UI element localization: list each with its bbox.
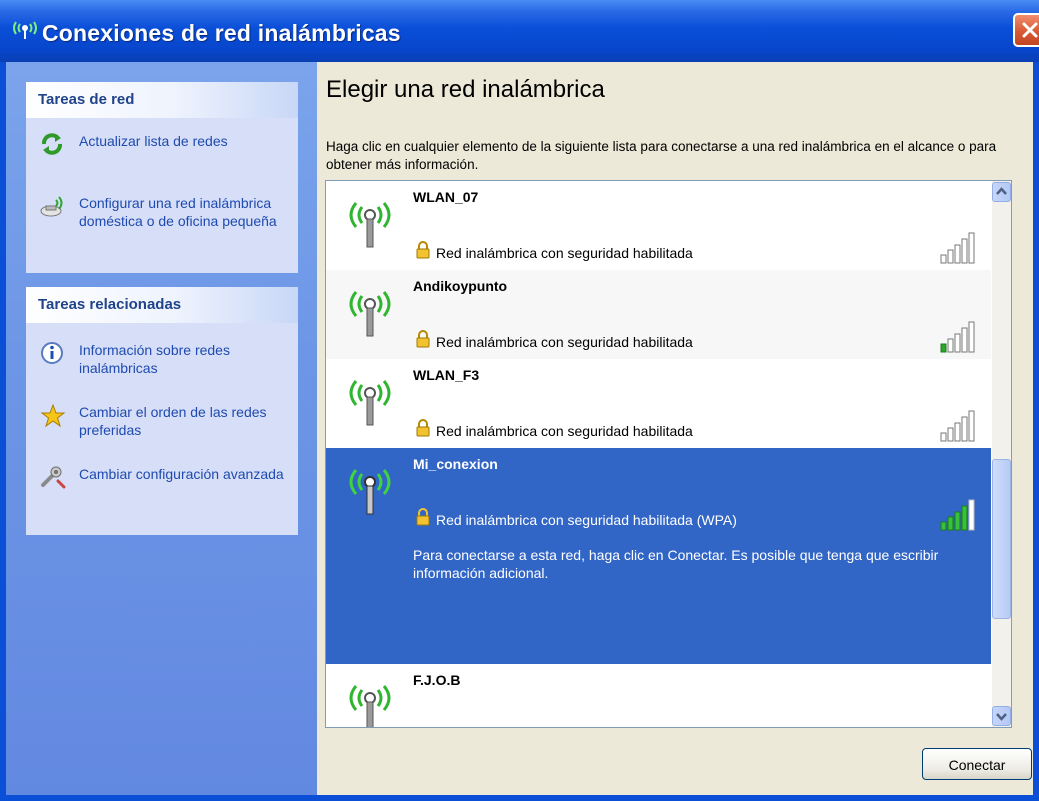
close-icon — [1022, 22, 1038, 38]
task-label: Información sobre redes inalámbricas — [79, 342, 230, 376]
network-list[interactable]: WLAN_07 Red inalámbrica con seguridad ha… — [325, 180, 1012, 728]
network-status: Red inalámbrica con seguridad habilitada — [436, 245, 693, 261]
task-refresh-network-list[interactable]: Actualizar lista de redes — [26, 118, 298, 178]
wireless-antenna-icon — [344, 284, 396, 345]
network-tasks-box: Tareas de red Actualizar lista de redes — [26, 82, 298, 273]
signal-strength-icon — [940, 714, 976, 727]
related-tasks-box: Tareas relacionadas Información sobre re… — [26, 287, 298, 535]
wireless-antenna-icon — [344, 195, 396, 256]
network-status: Red inalámbrica con seguridad habilitada — [436, 334, 693, 350]
task-label: Cambiar configuración avanzada — [79, 466, 284, 482]
task-change-preferred-order[interactable]: Cambiar el orden de las redes preferidas — [26, 397, 298, 447]
network-name: WLAN_07 — [413, 189, 479, 205]
window-client: Tareas de red Actualizar lista de redes — [6, 62, 1033, 795]
network-status: Red inalámbrica con seguridad habilitada… — [436, 512, 737, 528]
network-item[interactable]: WLAN_07 Red inalámbrica con seguridad ha… — [326, 181, 991, 270]
signal-strength-icon — [940, 498, 976, 537]
signal-strength-icon — [940, 320, 976, 359]
signal-strength-icon — [940, 409, 976, 448]
instructions-text: Haga clic en cualquier elemento de la si… — [326, 139, 997, 172]
wireless-antenna-icon — [344, 678, 396, 727]
scroll-up-button[interactable] — [992, 182, 1011, 202]
network-name: WLAN_F3 — [413, 367, 480, 383]
task-label: Actualizar lista de redes — [79, 133, 228, 149]
network-tasks-header: Tareas de red — [26, 82, 298, 118]
close-button[interactable] — [1013, 13, 1039, 47]
task-label: Configurar una red inalámbrica doméstica… — [79, 195, 277, 229]
refresh-icon — [40, 132, 64, 161]
task-info-wireless[interactable]: Información sobre redes inalámbricas — [26, 335, 298, 385]
wireless-setup-icon — [40, 194, 66, 223]
lock-icon — [415, 508, 431, 531]
task-setup-wireless-network[interactable]: Configurar una red inalámbrica doméstica… — [26, 186, 298, 266]
task-label: Cambiar el orden de las redes preferidas — [79, 404, 267, 438]
network-detail-text: Para conectarse a esta red, haga clic en… — [413, 547, 939, 581]
lock-icon — [415, 330, 431, 353]
lock-icon — [415, 241, 431, 264]
lock-icon — [415, 419, 431, 442]
star-icon — [40, 403, 66, 434]
scroll-thumb[interactable] — [992, 459, 1011, 619]
title-bar[interactable]: Conexiones de red inalámbricas — [0, 0, 1039, 62]
network-item[interactable]: F.J.O.B — [326, 664, 991, 727]
network-list-scrollbar[interactable] — [992, 181, 1011, 727]
task-pane: Tareas de red Actualizar lista de redes — [6, 62, 317, 795]
info-icon — [40, 341, 64, 370]
wireless-connections-window: Conexiones de red inalámbricas Tareas de… — [0, 0, 1039, 801]
window-title: Conexiones de red inalámbricas — [42, 20, 401, 46]
network-name: F.J.O.B — [413, 672, 461, 688]
network-name: Mi_conexion — [413, 456, 498, 472]
task-advanced-settings[interactable]: Cambiar configuración avanzada — [26, 459, 298, 509]
chevron-up-icon — [996, 187, 1007, 195]
content-pane: Elegir una red inalámbrica Haga clic en … — [317, 62, 1033, 795]
chevron-down-icon — [996, 713, 1007, 721]
page-title: Elegir una red inalámbrica — [326, 76, 605, 103]
network-item-selected[interactable]: Mi_conexion Red inalámbrica con segurida… — [326, 448, 991, 664]
network-item[interactable]: Andikoypunto Red inalámbrica con segurid… — [326, 270, 991, 359]
signal-strength-icon — [940, 231, 976, 270]
scroll-down-button[interactable] — [992, 706, 1011, 726]
wireless-antenna-icon — [344, 373, 396, 434]
network-item[interactable]: WLAN_F3 Red inalámbrica con seguridad ha… — [326, 359, 991, 448]
wireless-antenna-icon — [344, 462, 396, 523]
network-status: Red inalámbrica con seguridad habilitada — [436, 423, 693, 439]
wireless-title-icon — [10, 18, 40, 47]
tools-icon — [40, 465, 66, 494]
related-tasks-header: Tareas relacionadas — [26, 287, 298, 323]
connect-button[interactable]: Conectar — [922, 748, 1032, 780]
network-name: Andikoypunto — [413, 278, 508, 294]
